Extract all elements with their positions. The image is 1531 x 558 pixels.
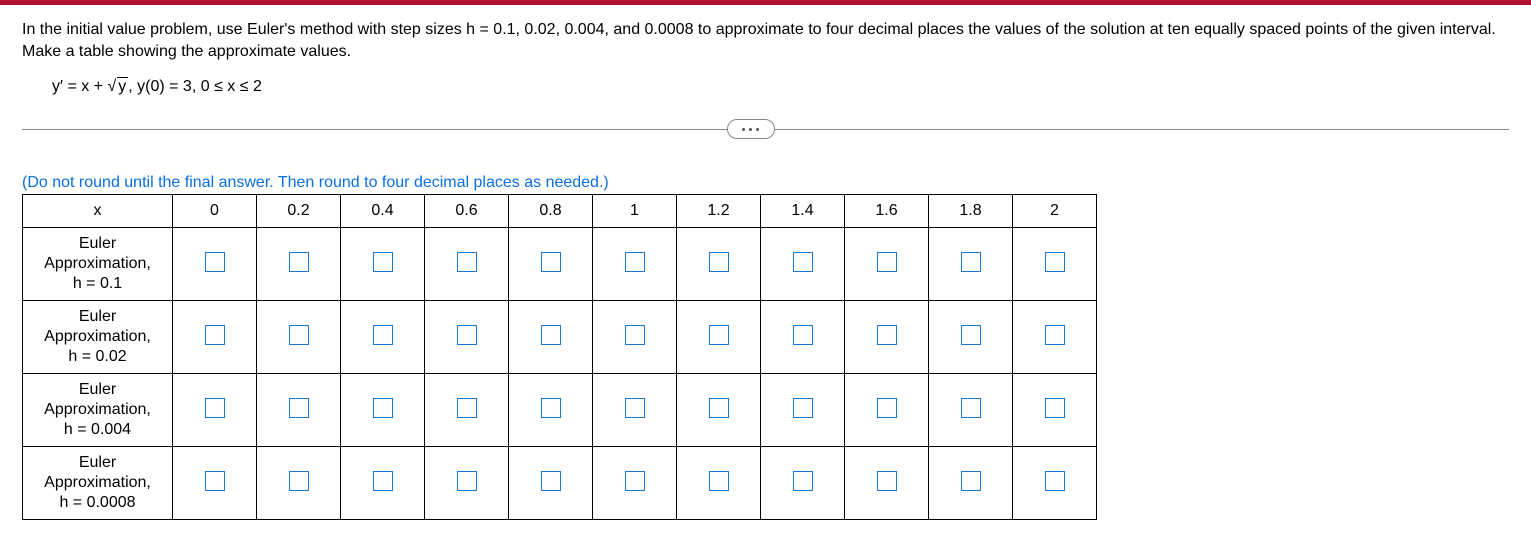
answer-input[interactable]: [289, 325, 309, 345]
content-area: In the initial value problem, use Euler'…: [0, 5, 1531, 540]
x-col-7: 1.4: [761, 195, 845, 228]
eq-part2: , y(0) = 3, 0 ≤ x ≤ 2: [128, 78, 262, 95]
row-label-h01: Euler Approximation, h = 0.1: [23, 228, 173, 301]
answer-input[interactable]: [961, 471, 981, 491]
row-label-line1: Euler: [79, 235, 116, 252]
answer-input[interactable]: [541, 325, 561, 345]
answer-input[interactable]: [205, 252, 225, 272]
sqrt-symbol: √: [107, 78, 116, 95]
expand-button[interactable]: [727, 119, 775, 139]
row-label-line3: h = 0.004: [64, 421, 131, 438]
answer-input[interactable]: [289, 252, 309, 272]
answer-input[interactable]: [793, 398, 813, 418]
answer-input[interactable]: [625, 398, 645, 418]
equation: y′ = x + √y, y(0) = 3, 0 ≤ x ≤ 2: [22, 76, 1509, 110]
row-label-line3: h = 0.1: [73, 275, 122, 292]
row-label-h002: Euler Approximation, h = 0.02: [23, 301, 173, 374]
table-body: Euler Approximation, h = 0.1 Euler: [23, 228, 1097, 520]
row-label-line1: Euler: [79, 454, 116, 471]
answer-input[interactable]: [709, 252, 729, 272]
answer-input[interactable]: [541, 252, 561, 272]
answer-input[interactable]: [877, 471, 897, 491]
prompt-text: In the initial value problem, use Euler'…: [22, 21, 1496, 60]
row-label-line1: Euler: [79, 308, 116, 325]
table-row: Euler Approximation, h = 0.004: [23, 374, 1097, 447]
answer-input[interactable]: [205, 398, 225, 418]
answer-input[interactable]: [709, 471, 729, 491]
answer-input[interactable]: [793, 471, 813, 491]
dots-icon: [742, 128, 745, 131]
table-row: Euler Approximation, h = 0.1: [23, 228, 1097, 301]
answer-input[interactable]: [793, 325, 813, 345]
answer-input[interactable]: [457, 325, 477, 345]
x-col-0: 0: [173, 195, 257, 228]
answer-input[interactable]: [961, 325, 981, 345]
row-label-line2: Approximation,: [44, 255, 151, 272]
answer-input[interactable]: [877, 398, 897, 418]
answer-input[interactable]: [541, 471, 561, 491]
answer-input[interactable]: [877, 325, 897, 345]
answer-input[interactable]: [625, 325, 645, 345]
x-col-5: 1: [593, 195, 677, 228]
x-col-9: 1.8: [929, 195, 1013, 228]
answer-input[interactable]: [793, 252, 813, 272]
answer-input[interactable]: [961, 252, 981, 272]
row-label-h00008: Euler Approximation, h = 0.0008: [23, 447, 173, 520]
table-row: Euler Approximation, h = 0.02: [23, 301, 1097, 374]
answer-input[interactable]: [457, 471, 477, 491]
answer-input[interactable]: [961, 398, 981, 418]
x-col-10: 2: [1013, 195, 1097, 228]
answer-input[interactable]: [1045, 325, 1065, 345]
eq-part1: y′ = x +: [52, 78, 107, 95]
row-label-line3: h = 0.0008: [59, 494, 135, 511]
x-col-6: 1.2: [677, 195, 761, 228]
x-col-2: 0.4: [341, 195, 425, 228]
answer-input[interactable]: [625, 252, 645, 272]
row-label-line3: h = 0.02: [68, 348, 126, 365]
row-label-line2: Approximation,: [44, 401, 151, 418]
answer-input[interactable]: [373, 398, 393, 418]
answer-input[interactable]: [709, 325, 729, 345]
divider-row: [22, 116, 1509, 144]
row-label-h0004: Euler Approximation, h = 0.004: [23, 374, 173, 447]
table-header-row: x 0 0.2 0.4 0.6 0.8 1 1.2 1.4 1.6 1.8 2: [23, 195, 1097, 228]
answer-input[interactable]: [205, 471, 225, 491]
x-col-1: 0.2: [257, 195, 341, 228]
euler-table: x 0 0.2 0.4 0.6 0.8 1 1.2 1.4 1.6 1.8 2 …: [22, 194, 1097, 520]
answer-input[interactable]: [289, 471, 309, 491]
row-label-line2: Approximation,: [44, 474, 151, 491]
row-label-line1: Euler: [79, 381, 116, 398]
answer-input[interactable]: [625, 471, 645, 491]
x-col-8: 1.6: [845, 195, 929, 228]
answer-input[interactable]: [373, 252, 393, 272]
dots-icon: [756, 128, 759, 131]
answer-input[interactable]: [709, 398, 729, 418]
answer-input[interactable]: [877, 252, 897, 272]
answer-input[interactable]: [205, 325, 225, 345]
answer-input[interactable]: [1045, 471, 1065, 491]
problem-prompt: In the initial value problem, use Euler'…: [22, 19, 1509, 62]
row-label-line2: Approximation,: [44, 328, 151, 345]
x-col-4: 0.8: [509, 195, 593, 228]
answer-input[interactable]: [541, 398, 561, 418]
table-row: Euler Approximation, h = 0.0008: [23, 447, 1097, 520]
header-x: x: [23, 195, 173, 228]
answer-input[interactable]: [457, 398, 477, 418]
rounding-instruction: (Do not round until the final answer. Th…: [22, 174, 1509, 192]
answer-input[interactable]: [373, 325, 393, 345]
sqrt-radicand: y: [117, 77, 128, 95]
x-col-3: 0.6: [425, 195, 509, 228]
answer-input[interactable]: [457, 252, 477, 272]
answer-input[interactable]: [373, 471, 393, 491]
sqrt-overline: y: [116, 78, 128, 96]
answer-input[interactable]: [1045, 252, 1065, 272]
answer-input[interactable]: [1045, 398, 1065, 418]
answer-input[interactable]: [289, 398, 309, 418]
dots-icon: [749, 128, 752, 131]
